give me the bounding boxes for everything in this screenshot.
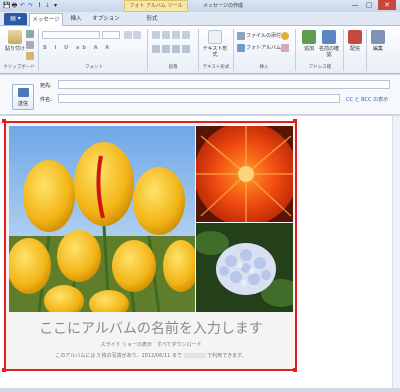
undo-icon[interactable]: ↶ — [19, 2, 26, 9]
text-format-group-label: テキスト形式 — [202, 65, 230, 70]
window-bottom-edge — [0, 388, 400, 392]
photo-album-icon[interactable] — [237, 44, 245, 52]
format-painter-icon[interactable] — [26, 52, 34, 60]
clipboard-group-label: クリップボード — [3, 65, 35, 70]
attach-file-label[interactable]: ファイルの添付 — [246, 33, 281, 39]
window-title: メッセージの作成 — [203, 3, 243, 9]
ribbon-separator — [295, 29, 296, 71]
ribbon-separator — [366, 29, 367, 71]
ribbon-separator — [147, 29, 148, 71]
insert-group-label: 挿入 — [259, 65, 269, 70]
ribbon-separator — [38, 29, 39, 71]
close-button[interactable]: ✕ — [378, 0, 396, 10]
add-contact-label: 追加 — [303, 46, 314, 52]
photo-album-tools-context-label: フォト アルバム ツール — [124, 0, 188, 12]
to-field[interactable] — [58, 80, 390, 89]
album-links[interactable]: スライド ショーの表示 すべてダウンロード — [9, 341, 293, 348]
align-left-icon[interactable] — [152, 45, 160, 53]
align-center-icon[interactable] — [162, 45, 170, 53]
font-size-combo[interactable] — [102, 31, 120, 39]
address-book-group-label: アドレス帳 — [308, 65, 332, 70]
redacted-text — [183, 353, 206, 358]
minimize-button[interactable]: — — [348, 0, 362, 10]
emoticon-icon[interactable] — [281, 32, 289, 40]
maximize-button[interactable]: ▢ — [362, 0, 376, 10]
show-cc-bcc-link[interactable]: CC と BCC の表示 — [346, 96, 388, 103]
check-names-icon[interactable] — [322, 30, 336, 44]
print-icon[interactable]: 🖶 — [11, 2, 18, 9]
resize-handle[interactable] — [2, 119, 6, 123]
numbering-icon[interactable] — [162, 31, 170, 39]
resize-handle[interactable] — [293, 119, 297, 123]
edit-label[interactable]: 編集 — [369, 46, 387, 52]
text-format-label: テキスト形式 — [202, 46, 228, 58]
grow-font-icon[interactable] — [124, 31, 132, 39]
decrease-indent-icon[interactable] — [172, 31, 180, 39]
resize-handle[interactable] — [2, 368, 6, 372]
subject-label: 件名: — [40, 97, 52, 103]
increase-indent-icon[interactable] — [182, 31, 190, 39]
tab-insert[interactable]: 挿入 — [66, 13, 86, 26]
subject-field[interactable] — [58, 94, 340, 103]
tab-message[interactable]: メッセージ — [29, 13, 63, 26]
album-note-prefix: このアルバムには 3 枚の写真があり、2012/06/11 まで — [55, 353, 182, 359]
album-availability-note: このアルバムには 3 枚の写真があり、2012/06/11 まで で利用できます… — [9, 352, 293, 359]
send-label: 送信 — [17, 101, 28, 107]
bullets-icon[interactable] — [152, 31, 160, 39]
delivery-icon[interactable] — [348, 30, 362, 44]
paste-label: 貼り付け — [5, 46, 26, 52]
tulips-photo[interactable] — [9, 126, 195, 312]
add-contact-icon[interactable] — [302, 30, 316, 44]
justify-icon[interactable] — [182, 45, 190, 53]
check-names-label: 名前の確認 — [318, 46, 339, 58]
album-note-suffix: で利用できます。 — [207, 353, 247, 359]
align-right-icon[interactable] — [172, 45, 180, 53]
tab-format[interactable]: 形式 — [140, 13, 164, 26]
paragraph-group-label: 段落 — [168, 65, 178, 70]
text-format-icon[interactable] — [208, 30, 222, 44]
resize-handle[interactable] — [293, 368, 297, 372]
customize-quick-access-icon[interactable]: ▾ — [52, 2, 59, 9]
paste-icon[interactable] — [8, 30, 22, 44]
shrink-font-icon[interactable] — [133, 31, 141, 39]
redo-icon[interactable]: ↷ — [27, 2, 34, 9]
file-menu-button[interactable]: ▤ ▾ — [4, 13, 27, 25]
ribbon-separator — [343, 29, 344, 71]
font-name-combo[interactable] — [42, 31, 100, 39]
importance-high-icon[interactable]: ! — [36, 2, 43, 9]
signature-icon[interactable] — [281, 44, 289, 52]
font-style-buttons[interactable]: B I U ab A A — [43, 45, 133, 51]
cut-icon[interactable] — [26, 30, 34, 38]
save-icon[interactable]: 💾 — [3, 2, 10, 9]
edit-icon[interactable] — [371, 30, 385, 44]
copy-icon[interactable] — [26, 41, 34, 49]
send-icon — [18, 88, 29, 97]
ribbon-separator — [233, 29, 234, 71]
tab-options[interactable]: オプション — [90, 13, 122, 26]
font-group-label: フォント — [85, 65, 103, 70]
album-title-placeholder[interactable]: ここにアルバムの名前を入力します — [9, 318, 293, 338]
to-label: 宛先: — [40, 83, 52, 89]
delivery-label[interactable]: 配信 — [346, 46, 364, 52]
attach-file-icon[interactable] — [237, 32, 245, 40]
vertical-scrollbar[interactable] — [392, 116, 400, 388]
photo-album-label[interactable]: フォトアルバム — [246, 45, 281, 51]
importance-low-icon[interactable]: ↓ — [44, 2, 51, 9]
hydrangea-photo[interactable] — [196, 223, 293, 312]
red-flower-photo[interactable] — [196, 126, 293, 222]
